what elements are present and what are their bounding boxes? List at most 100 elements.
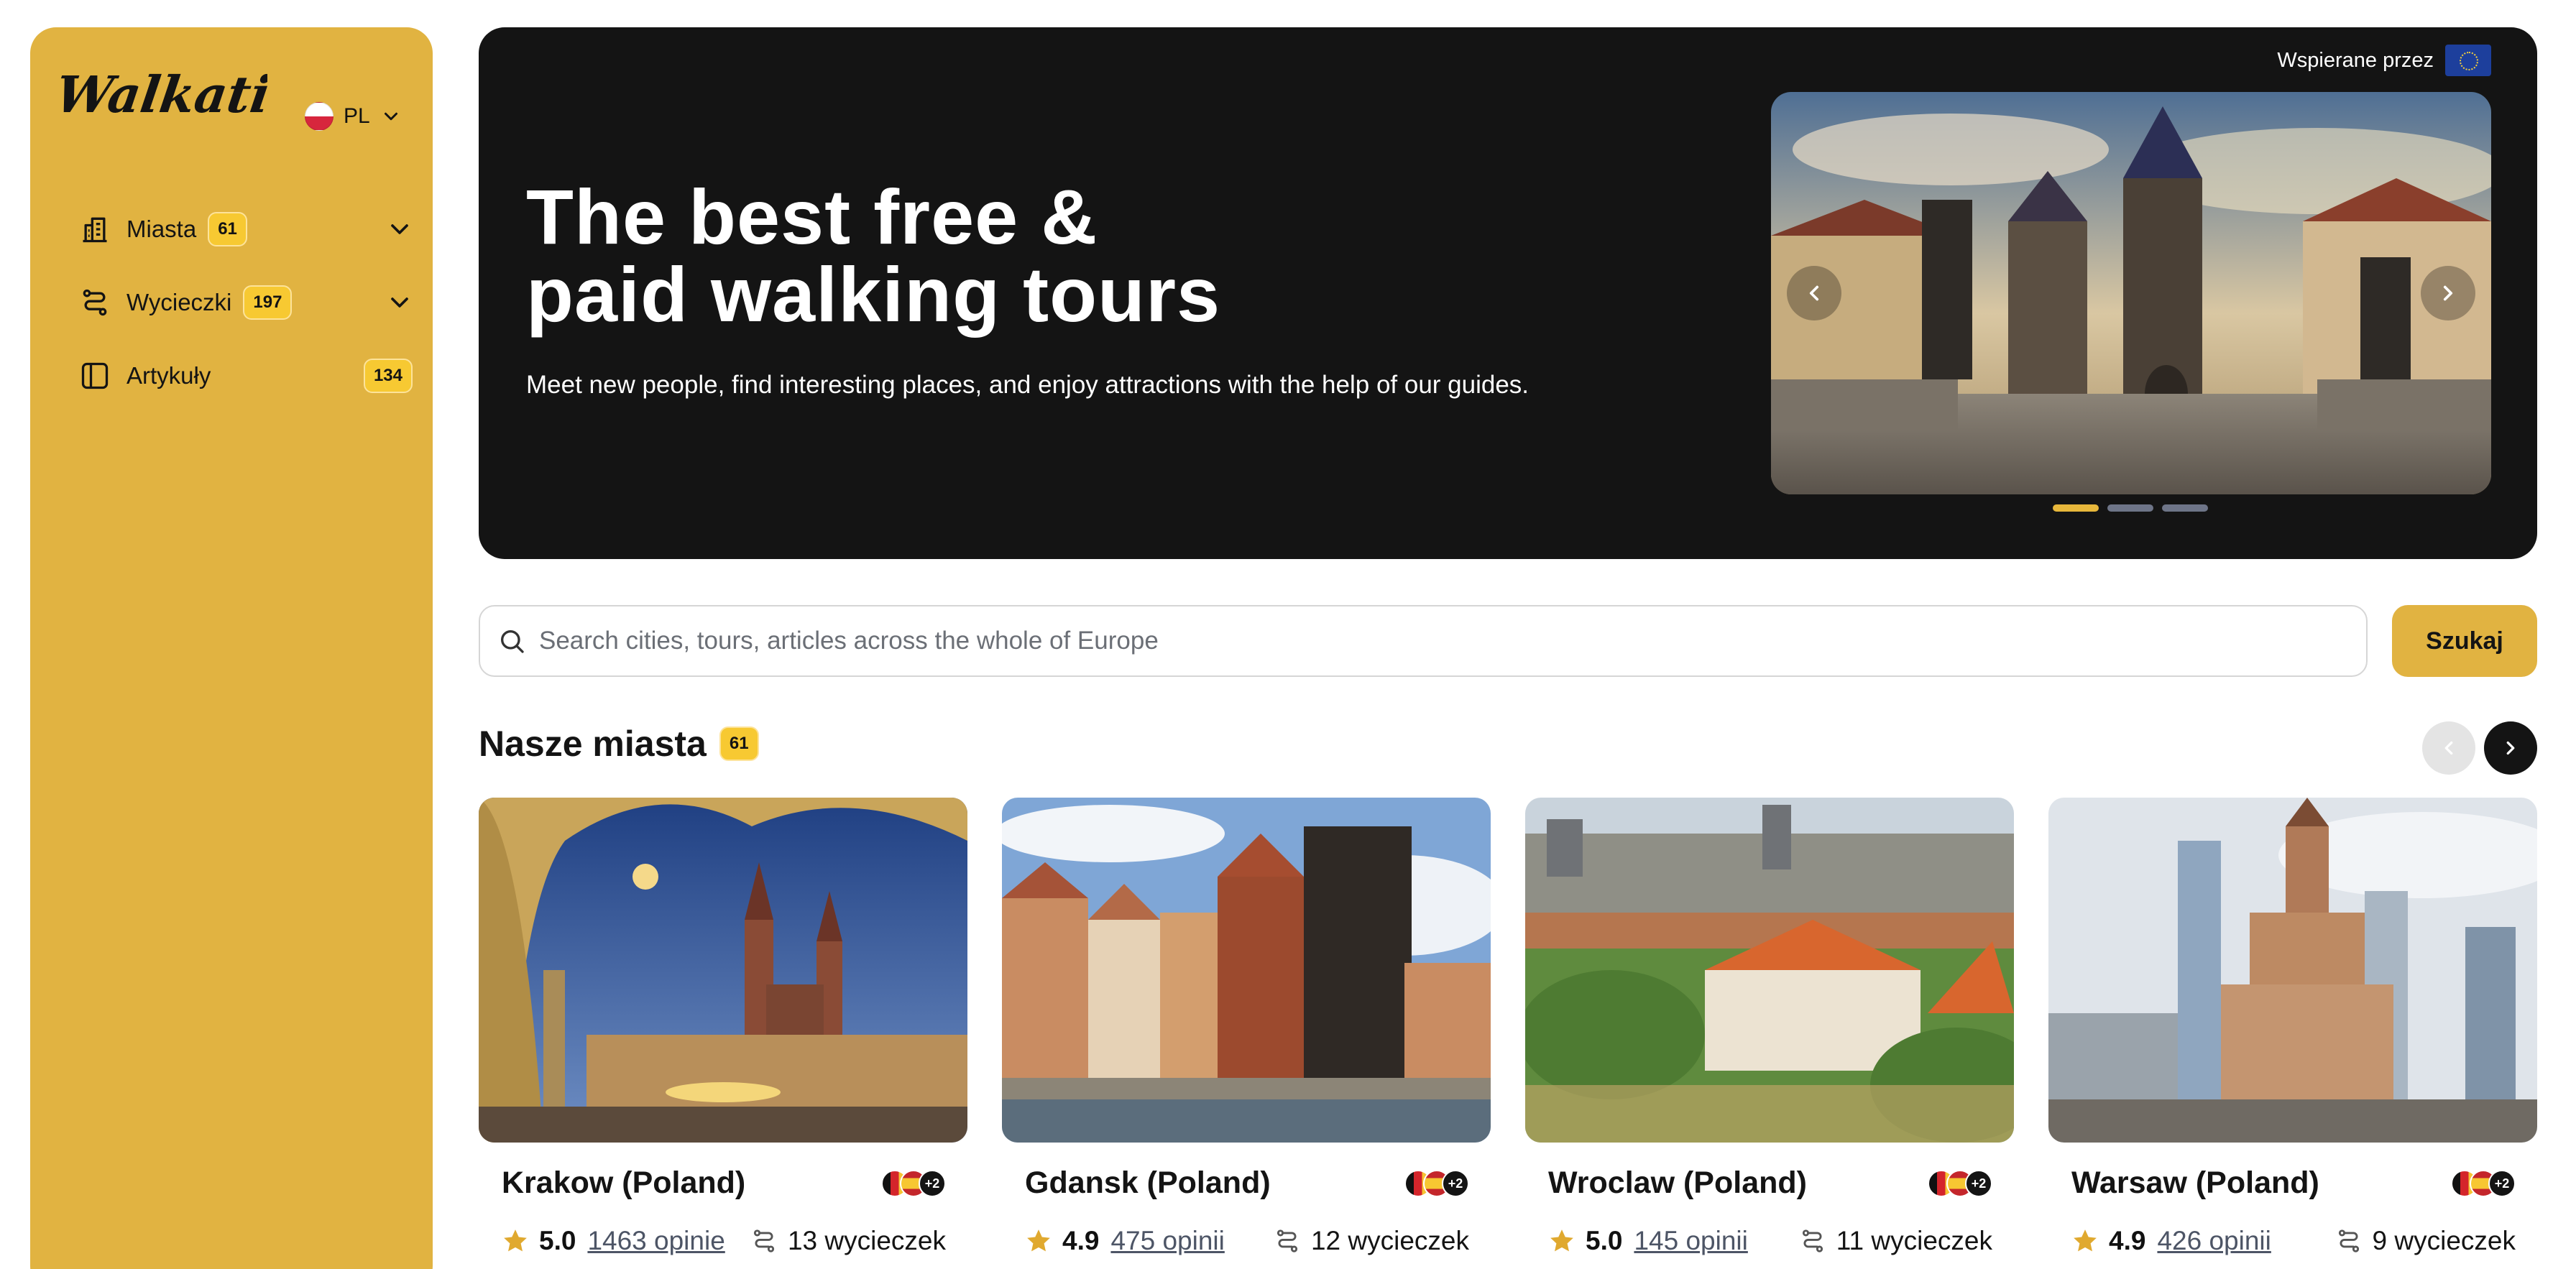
city-photo[interactable] xyxy=(1002,798,1491,1143)
more-languages-badge: +2 xyxy=(1442,1170,1469,1197)
sidebar: Walkative! PL Miasta 61 Wycieczki 197 Ar… xyxy=(30,27,433,1269)
star-icon xyxy=(1027,1229,1050,1252)
sidebar-item-articles[interactable]: Artykuły 134 xyxy=(73,339,418,412)
language-code: PL xyxy=(344,104,370,128)
count-badge: 134 xyxy=(363,359,413,393)
more-languages-badge: +2 xyxy=(1965,1170,1992,1197)
search-icon xyxy=(501,630,524,653)
carousel-dot[interactable] xyxy=(2107,504,2153,512)
rating-value: 4.9 xyxy=(2109,1226,2146,1255)
city-name[interactable]: Warsaw (Poland) xyxy=(2071,1166,2319,1201)
reviews-link[interactable]: 426 opinii xyxy=(2157,1226,2271,1256)
hero-carousel[interactable] xyxy=(1771,92,2491,494)
cities-prev-button[interactable] xyxy=(2422,721,2475,775)
hero-title: The best free & paid walking tours xyxy=(526,173,1221,338)
route-icon xyxy=(79,287,111,318)
carousel-prev-button[interactable] xyxy=(1787,266,1841,320)
city-photo[interactable] xyxy=(2048,798,2537,1143)
supported-by-label: Wspierane przez xyxy=(2277,48,2434,72)
search-button[interactable]: Szukaj xyxy=(2392,605,2537,677)
city-photo[interactable] xyxy=(479,798,967,1143)
sidebar-item-label: Wycieczki xyxy=(126,289,232,315)
language-selector[interactable]: PL xyxy=(305,96,402,137)
supported-by: Wspierane przez xyxy=(2277,45,2491,76)
star-icon xyxy=(2074,1229,2097,1252)
route-icon xyxy=(1276,1229,1298,1252)
star-icon xyxy=(1550,1229,1573,1252)
cities-next-button[interactable] xyxy=(2484,721,2537,775)
reviews-link[interactable]: 1463 opinie xyxy=(587,1226,724,1256)
wroclaw-image xyxy=(1525,798,2014,1143)
tours-count: 13 wycieczek xyxy=(750,1226,946,1256)
gdansk-image xyxy=(1002,798,1491,1143)
chevron-right-icon xyxy=(2443,285,2453,301)
route-icon xyxy=(753,1229,775,1252)
count-badge: 61 xyxy=(719,726,759,761)
eu-flag-icon xyxy=(2445,45,2491,76)
city-card[interactable]: Krakow (Poland) +2 5.0 1463 opinie 13 wy… xyxy=(479,798,967,1269)
tours-count-label: 12 wycieczek xyxy=(1310,1226,1469,1255)
sidebar-nav: Miasta 61 Wycieczki 197 Artykuły 134 xyxy=(73,193,418,412)
city-stats: 4.9 426 opinii 9 wycieczek xyxy=(2071,1226,2516,1256)
route-icon xyxy=(1802,1229,1823,1252)
walkative-logo[interactable]: Walkative! xyxy=(52,55,357,129)
count-badge: 197 xyxy=(243,285,293,320)
city-stats: 5.0 145 opinii 11 wycieczek xyxy=(1548,1226,1992,1256)
reviews-link[interactable]: 475 opinii xyxy=(1110,1226,1224,1256)
hero-subtitle: Meet new people, find interesting places… xyxy=(526,371,1530,399)
tours-count: 12 wycieczek xyxy=(1274,1226,1469,1256)
city-name[interactable]: Krakow (Poland) xyxy=(502,1166,745,1201)
chevron-left-icon xyxy=(2444,741,2453,755)
section-title: Nasze miasta xyxy=(479,724,707,764)
carousel-dot[interactable] xyxy=(2162,504,2208,512)
sidebar-item-tours[interactable]: Wycieczki 197 xyxy=(73,266,418,339)
city-card[interactable]: Wroclaw (Poland) +2 5.0 145 opinii 11 wy… xyxy=(1525,798,2014,1269)
count-badge: 61 xyxy=(208,212,247,246)
cities-header: Nasze miasta 61 xyxy=(479,723,759,765)
city-stats: 4.9 475 opinii 12 wycieczek xyxy=(1025,1226,1469,1256)
more-languages-badge: +2 xyxy=(919,1170,946,1197)
city-name[interactable]: Wroclaw (Poland) xyxy=(1548,1166,1807,1201)
chevron-down-icon[interactable] xyxy=(385,215,414,244)
reviews-link[interactable]: 145 opinii xyxy=(1634,1226,1747,1256)
tours-count: 9 wycieczek xyxy=(2335,1226,2516,1256)
city-card[interactable]: Gdansk (Poland) +2 4.9 475 opinii 12 wyc… xyxy=(1002,798,1491,1269)
rating-value: 5.0 xyxy=(1586,1226,1623,1255)
language-flags: +2 xyxy=(2451,1170,2516,1197)
search-bar xyxy=(479,605,2368,677)
tours-count-label: 13 wycieczek xyxy=(787,1226,946,1255)
carousel-dots xyxy=(2053,504,2208,512)
chevron-right-icon xyxy=(2506,741,2515,755)
prague-bridge-image xyxy=(1771,92,2491,494)
carousel-next-button[interactable] xyxy=(2421,266,2475,320)
city-card[interactable]: Warsaw (Poland) +2 4.9 426 opinii 9 wyci… xyxy=(2048,798,2537,1269)
rating-value: 4.9 xyxy=(1062,1226,1100,1255)
route-icon xyxy=(2338,1229,2359,1252)
chevron-down-icon[interactable] xyxy=(385,288,414,317)
warsaw-image xyxy=(2048,798,2537,1143)
language-flags: +2 xyxy=(881,1170,946,1197)
sidebar-item-label: Artykuły xyxy=(126,362,211,389)
tours-count-label: 9 wycieczek xyxy=(2372,1226,2516,1255)
hero-banner: The best free & paid walking tours Meet … xyxy=(479,27,2537,559)
tours-count-label: 11 wycieczek xyxy=(1836,1226,1992,1255)
more-languages-badge: +2 xyxy=(2488,1170,2516,1197)
language-flags: +2 xyxy=(1928,1170,1992,1197)
chevron-down-icon xyxy=(384,112,397,121)
star-icon xyxy=(504,1229,527,1252)
city-name[interactable]: Gdansk (Poland) xyxy=(1025,1166,1271,1201)
sidebar-item-cities[interactable]: Miasta 61 xyxy=(73,193,418,266)
language-flags: +2 xyxy=(1404,1170,1469,1197)
svg-text:Walkative!: Walkative! xyxy=(59,65,267,124)
chevron-left-icon xyxy=(1809,285,1819,301)
search-input[interactable] xyxy=(539,627,2366,655)
tours-count: 11 wycieczek xyxy=(1799,1226,1992,1256)
sidebar-panel-icon xyxy=(79,360,111,392)
krakow-image xyxy=(479,798,967,1143)
rating-value: 5.0 xyxy=(539,1226,576,1255)
city-stats: 5.0 1463 opinie 13 wycieczek xyxy=(502,1226,946,1256)
carousel-dot[interactable] xyxy=(2053,504,2099,512)
sidebar-item-label: Miasta xyxy=(126,216,197,242)
poland-flag-icon xyxy=(305,102,334,131)
city-photo[interactable] xyxy=(1525,798,2014,1143)
